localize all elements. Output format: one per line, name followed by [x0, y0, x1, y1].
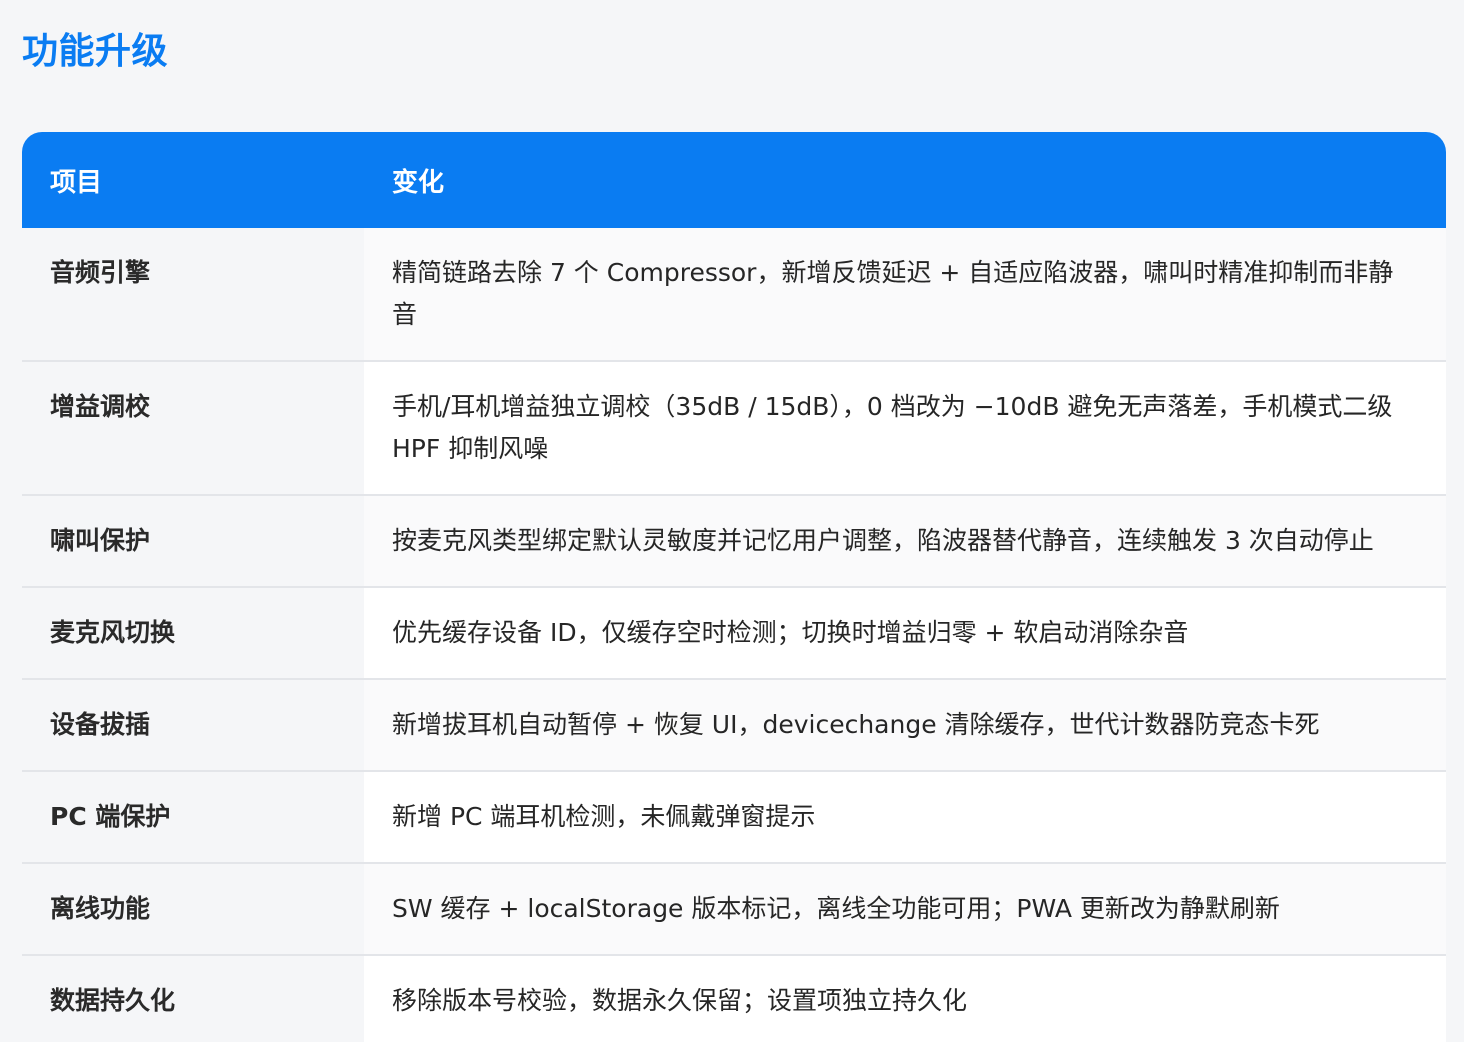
- table-row: 音频引擎 精简链路去除 7 个 Compressor，新增反馈延迟 + 自适应陷…: [22, 228, 1446, 362]
- row-item-label: 音频引擎: [22, 228, 364, 362]
- row-change-text: 精简链路去除 7 个 Compressor，新增反馈延迟 + 自适应陷波器，啸叫…: [364, 228, 1446, 362]
- page: 功能升级 项目 变化 音频引擎 精简链路去除 7 个 Compressor，新增…: [0, 0, 1464, 1042]
- table-row: 离线功能 SW 缓存 + localStorage 版本标记，离线全功能可用；P…: [22, 863, 1446, 956]
- table-row: 啸叫保护 按麦克风类型绑定默认灵敏度并记忆用户调整，陷波器替代静音，连续触发 3…: [22, 495, 1446, 588]
- row-change-text: 新增拔耳机自动暂停 + 恢复 UI，devicechange 清除缓存，世代计数…: [364, 679, 1446, 772]
- table-row: 数据持久化 移除版本号校验，数据永久保留；设置项独立持久化: [22, 955, 1446, 1042]
- row-change-text: 新增 PC 端耳机检测，未佩戴弹窗提示: [364, 771, 1446, 864]
- row-item-label: 数据持久化: [22, 955, 364, 1042]
- row-item-label: 离线功能: [22, 863, 364, 956]
- upgrade-table-container: 项目 变化 音频引擎 精简链路去除 7 个 Compressor，新增反馈延迟 …: [22, 132, 1446, 1042]
- row-item-label: 设备拔插: [22, 679, 364, 772]
- row-change-text: 手机/耳机增益独立调校（35dB / 15dB），0 档改为 −10dB 避免无…: [364, 361, 1446, 496]
- section-title: 功能升级: [22, 31, 169, 72]
- table-row: 麦克风切换 优先缓存设备 ID，仅缓存空时检测；切换时增益归零 + 软启动消除杂…: [22, 587, 1446, 680]
- table-header: 项目 变化: [22, 132, 1446, 228]
- table-row: 设备拔插 新增拔耳机自动暂停 + 恢复 UI，devicechange 清除缓存…: [22, 679, 1446, 772]
- row-item-label: 增益调校: [22, 361, 364, 496]
- row-change-text: 按麦克风类型绑定默认灵敏度并记忆用户调整，陷波器替代静音，连续触发 3 次自动停…: [364, 495, 1446, 588]
- row-change-text: 优先缓存设备 ID，仅缓存空时检测；切换时增益归零 + 软启动消除杂音: [364, 587, 1446, 680]
- table-row: 增益调校 手机/耳机增益独立调校（35dB / 15dB），0 档改为 −10d…: [22, 361, 1446, 496]
- upgrade-table: 项目 变化 音频引擎 精简链路去除 7 个 Compressor，新增反馈延迟 …: [22, 132, 1446, 1042]
- row-item-label: PC 端保护: [22, 771, 364, 864]
- row-change-text: 移除版本号校验，数据永久保留；设置项独立持久化: [364, 955, 1446, 1042]
- table-body: 音频引擎 精简链路去除 7 个 Compressor，新增反馈延迟 + 自适应陷…: [22, 228, 1446, 1042]
- row-item-label: 麦克风切换: [22, 587, 364, 680]
- header-item: 项目: [22, 132, 364, 228]
- row-item-label: 啸叫保护: [22, 495, 364, 588]
- row-change-text: SW 缓存 + localStorage 版本标记，离线全功能可用；PWA 更新…: [364, 863, 1446, 956]
- header-row: 项目 变化: [22, 132, 1446, 228]
- table-row: PC 端保护 新增 PC 端耳机检测，未佩戴弹窗提示: [22, 771, 1446, 864]
- header-change: 变化: [364, 132, 1446, 228]
